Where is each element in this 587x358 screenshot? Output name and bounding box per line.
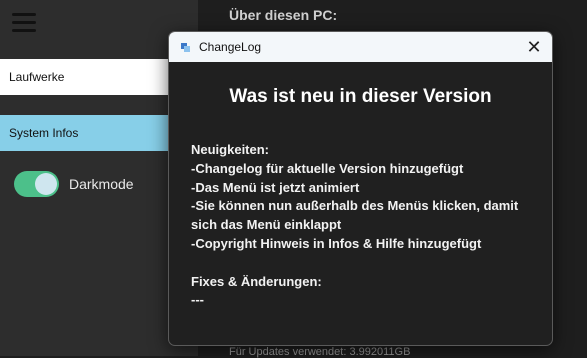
sidebar-item-label: Laufwerke [9, 70, 65, 84]
hamburger-menu-icon[interactable] [12, 13, 36, 33]
fixes-header: Fixes & Änderungen: [191, 273, 322, 289]
toggle-knob [35, 173, 57, 195]
close-icon: ✕ [526, 36, 542, 57]
app-icon [181, 42, 190, 52]
dialog-titlebar[interactable]: ChangeLog ✕ [169, 32, 552, 62]
sidebar-item-label: System Infos [9, 126, 79, 140]
news-header: Neuigkeiten: [191, 142, 270, 157]
news-item: -Das Menü ist jetzt animiert [191, 179, 360, 195]
dialog-title: ChangeLog [199, 40, 262, 54]
dialog-heading: Was ist neu in dieser Version [229, 86, 492, 107]
news-item: -Sie können nun außerhalb des Menüs klic… [191, 198, 519, 233]
changelog-dialog: ChangeLog ✕ Was ist neu in dieser Versio… [168, 31, 553, 346]
darkmode-label: Darkmode [69, 176, 134, 192]
footer-text: Für Updates verwendet: 3.992011GB [229, 346, 411, 358]
news-item: -Changelog für aktuelle Version hinzugef… [191, 160, 464, 176]
darkmode-row: Darkmode [14, 171, 134, 197]
darkmode-toggle[interactable] [14, 171, 59, 197]
fixes-item: --- [191, 292, 204, 308]
news-item: -Copyright Hinweis in Infos & Hilfe hinz… [191, 235, 482, 251]
close-button[interactable]: ✕ [522, 35, 546, 59]
page-title: Über diesen PC: [229, 7, 338, 23]
dialog-body: Neuigkeiten: -Changelog für aktuelle Ver… [191, 141, 536, 310]
